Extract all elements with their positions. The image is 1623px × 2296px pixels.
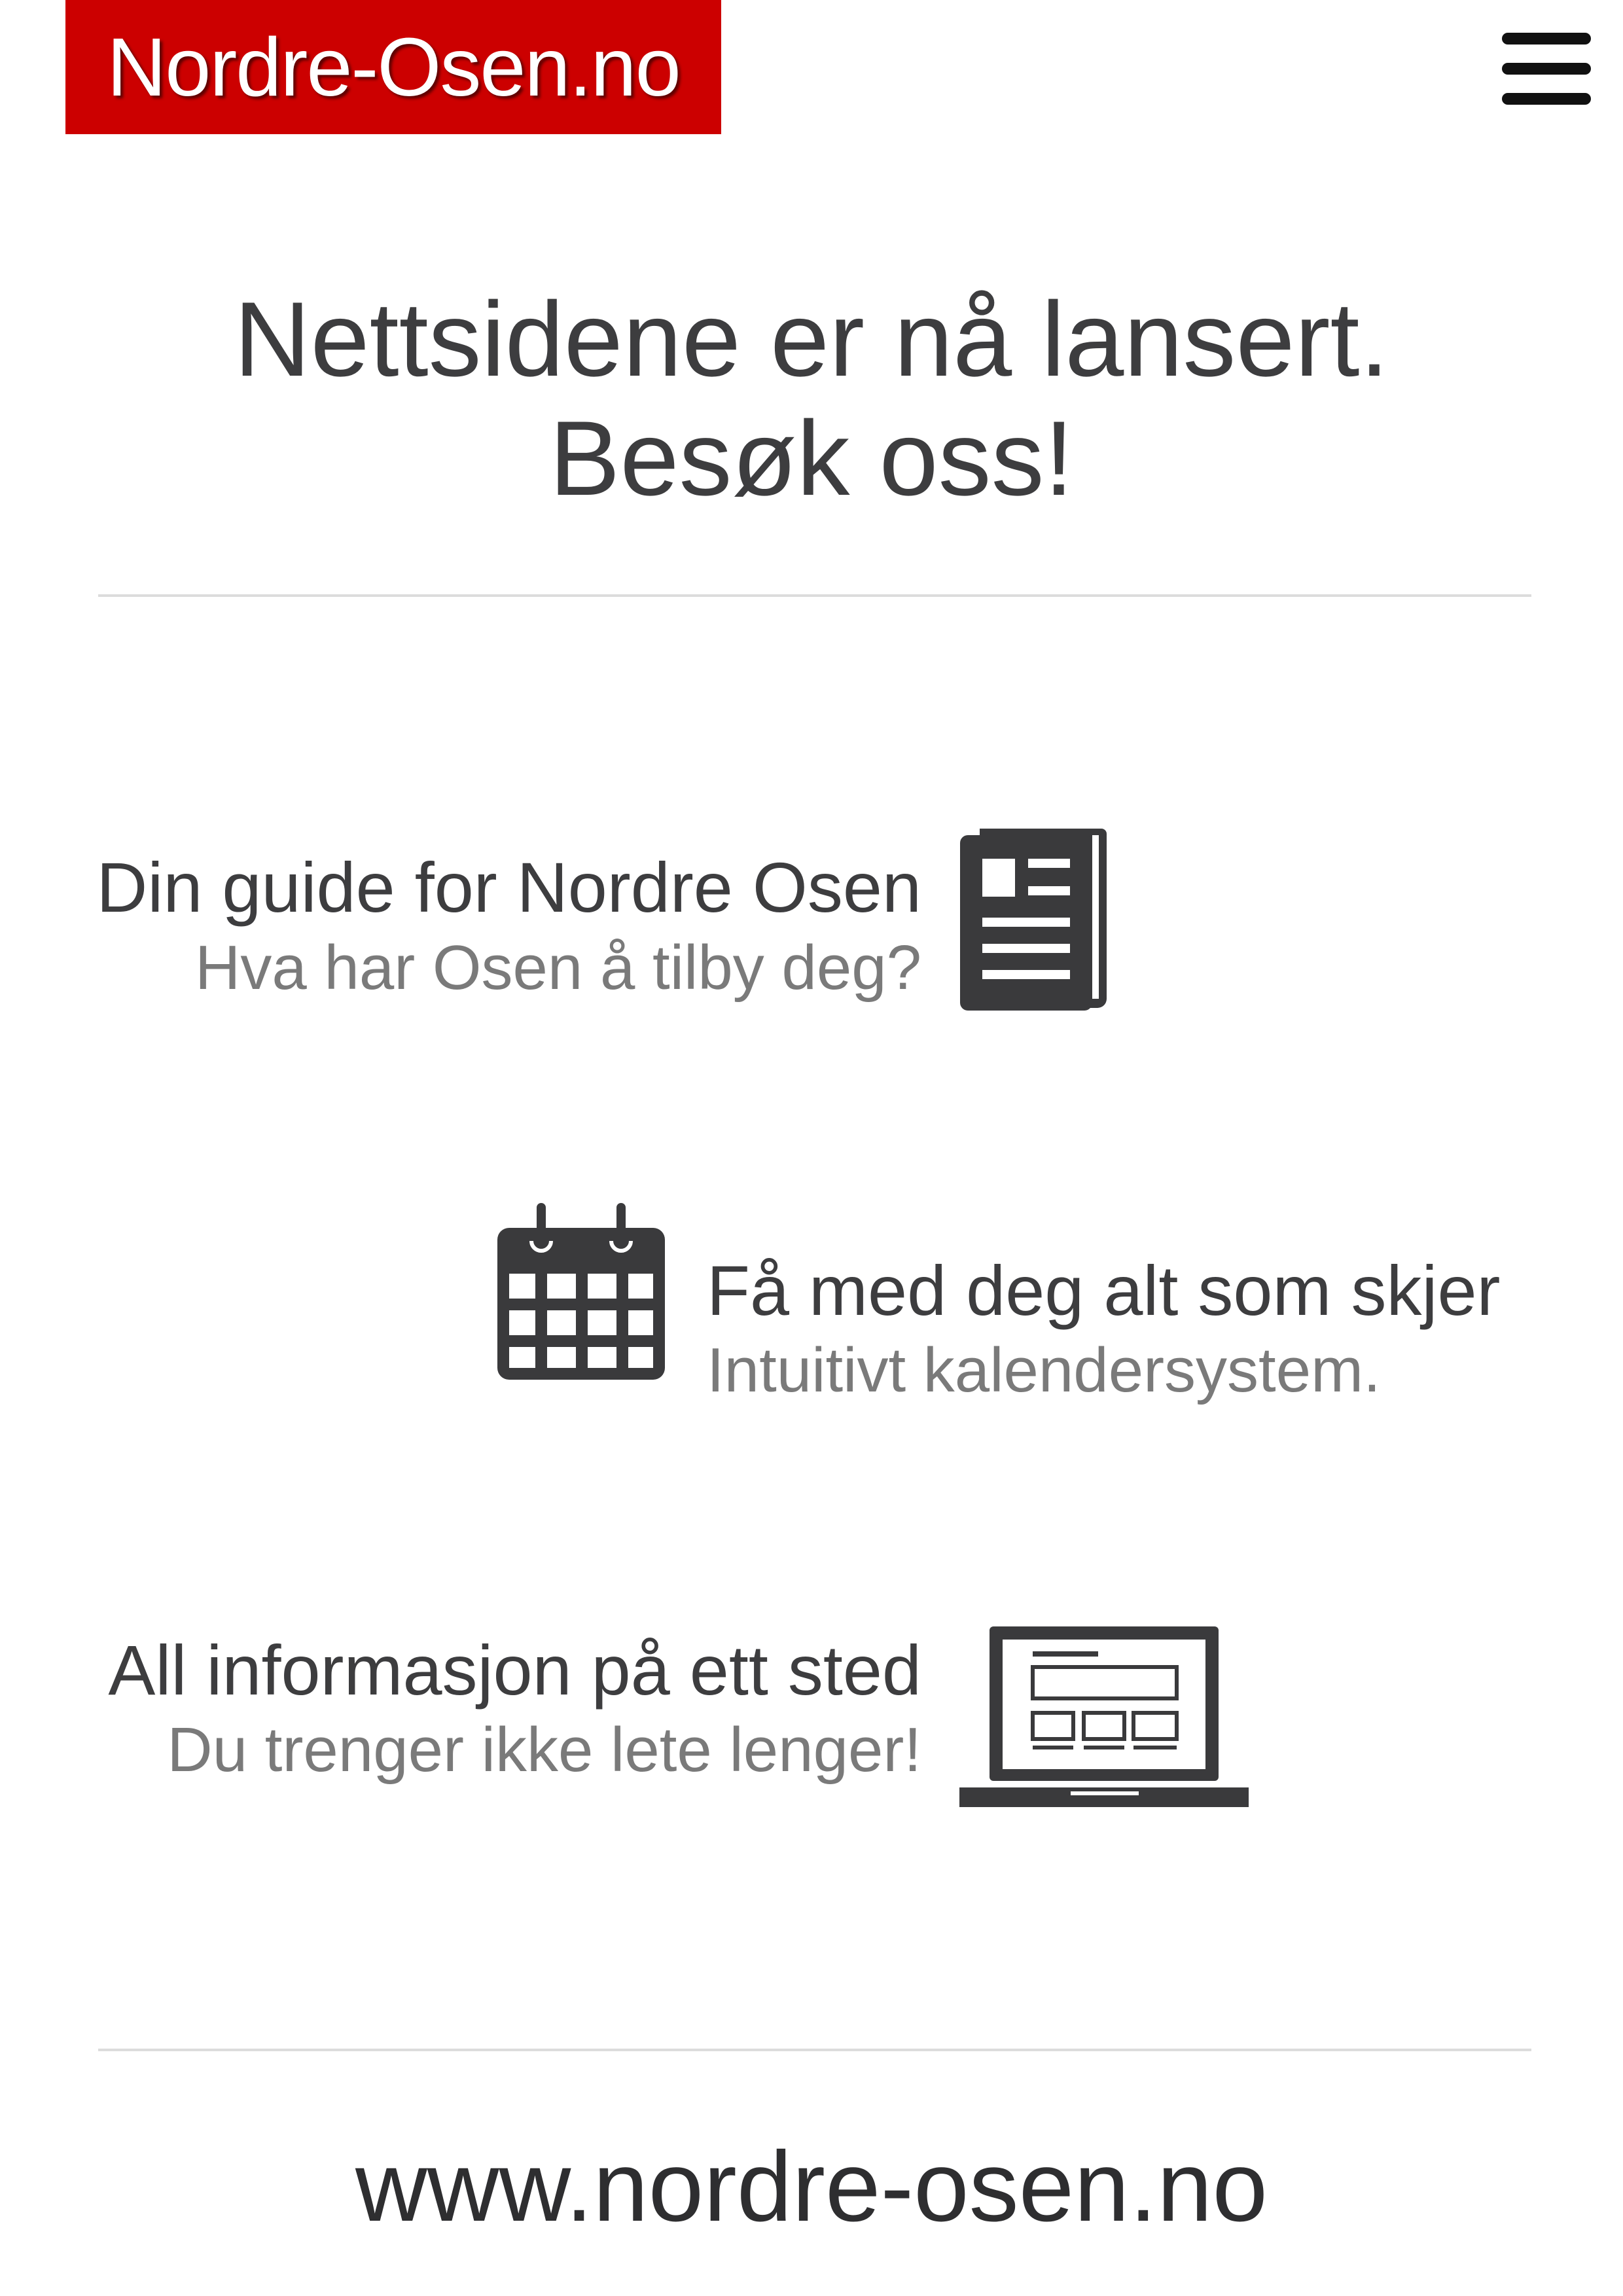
hero-headline: Nettsidene er nå lansert.	[234, 280, 1389, 399]
feature-subtitle: Hva har Osen å tilby deg?	[195, 933, 921, 1003]
feature-title: All informasjon på ett sted	[108, 1630, 921, 1710]
newspaper-icon	[960, 826, 1111, 1014]
feature-subtitle: Intuitivt kalendersystem.	[707, 1335, 1381, 1405]
site-logo-text: Nordre-Osen.no	[107, 21, 681, 113]
hero-call-to-action: Besøk oss!	[549, 399, 1074, 518]
menu-button[interactable]	[1502, 33, 1594, 105]
divider	[98, 2049, 1531, 2051]
site-logo[interactable]: Nordre-Osen.no	[65, 0, 721, 134]
feature-title: Din guide for Nordre Osen	[96, 848, 921, 927]
divider	[98, 594, 1531, 597]
website-url-link[interactable]: www.nordre-osen.no	[0, 2137, 1623, 2236]
laptop-icon	[959, 1626, 1249, 1810]
feature-title: Få med deg alt som skjer	[707, 1251, 1501, 1330]
hamburger-menu-icon	[1502, 33, 1591, 105]
feature-subtitle: Du trenger ikke lete lenger!	[167, 1715, 921, 1785]
calendar-icon	[497, 1203, 665, 1383]
